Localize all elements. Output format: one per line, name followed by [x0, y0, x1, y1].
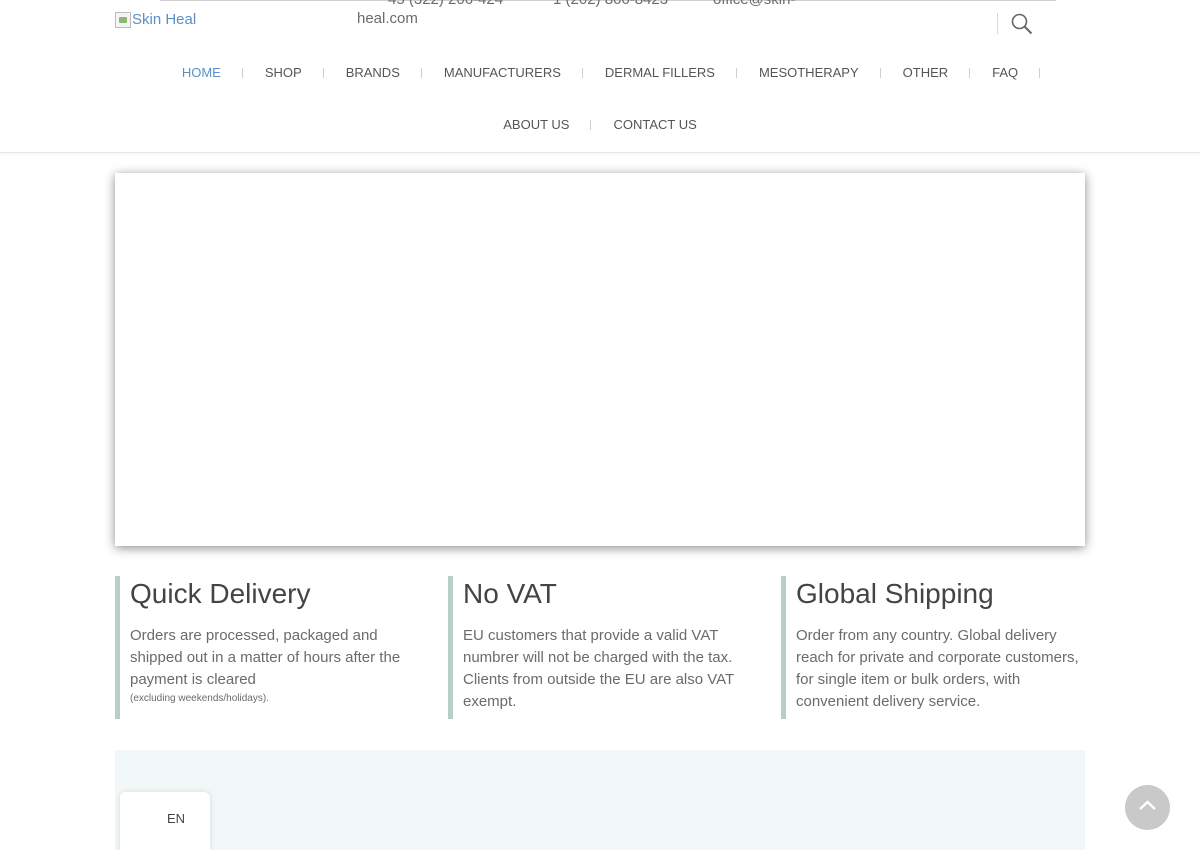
site-header: 45 (322) 206-424 1 (202) 866-8423 office…: [0, 0, 1200, 153]
nav-item-about-us[interactable]: ABOUT US: [481, 116, 592, 134]
site-logo[interactable]: Skin Heal: [115, 11, 196, 28]
hero-slider[interactable]: [115, 173, 1085, 546]
email-link[interactable]: office@skin-: [713, 0, 795, 8]
feature-global-shipping: Global Shipping Order from any country. …: [781, 576, 1091, 719]
nav-item-manufacturers[interactable]: MANUFACTURERS: [422, 64, 583, 82]
search-divider: [997, 13, 998, 34]
logo-alt-text: Skin Heal: [132, 11, 197, 28]
email-link-continued[interactable]: heal.com: [357, 10, 418, 27]
bottom-section: [115, 750, 1085, 850]
search-icon[interactable]: [1010, 12, 1034, 36]
broken-image-icon: [115, 11, 131, 28]
main-nav-row-1: HOME SHOP BRANDS MANUFACTURERS DERMAL FI…: [0, 64, 1200, 82]
feature-title: No VAT: [463, 578, 557, 609]
chevron-up-icon: [1139, 800, 1156, 810]
nav-item-dermal-fillers[interactable]: DERMAL FILLERS: [583, 64, 737, 82]
phone-number-2[interactable]: 1 (202) 866-8423: [553, 0, 668, 8]
feature-text: Order from any country. Global delivery …: [796, 627, 1079, 710]
nav-item-other[interactable]: OTHER: [881, 64, 971, 82]
language-switcher[interactable]: EN: [120, 792, 210, 850]
phone-number-1[interactable]: 45 (322) 206-424: [388, 0, 503, 8]
feature-no-vat: No VAT EU customers that provide a valid…: [448, 576, 748, 719]
feature-quick-delivery: Quick Delivery Orders are processed, pac…: [115, 576, 425, 719]
feature-text: Orders are processed, packaged and shipp…: [130, 625, 425, 706]
nav-item-faq[interactable]: FAQ: [970, 64, 1041, 82]
feature-note: (excluding weekends/holidays).: [130, 693, 269, 704]
nav-item-mesotherapy[interactable]: MESOTHERAPY: [737, 64, 881, 82]
nav-item-brands[interactable]: BRANDS: [324, 64, 422, 82]
main-nav-row-2: ABOUT US CONTACT US: [0, 116, 1200, 134]
scroll-to-top-button[interactable]: [1125, 785, 1170, 830]
feature-title: Quick Delivery: [130, 578, 311, 609]
feature-title: Global Shipping: [796, 578, 994, 609]
language-label: EN: [167, 811, 186, 826]
nav-item-home[interactable]: HOME: [160, 64, 243, 82]
nav-item-contact-us[interactable]: CONTACT US: [591, 116, 718, 134]
feature-text: EU customers that provide a valid VAT nu…: [463, 627, 734, 710]
nav-item-shop[interactable]: SHOP: [243, 64, 324, 82]
